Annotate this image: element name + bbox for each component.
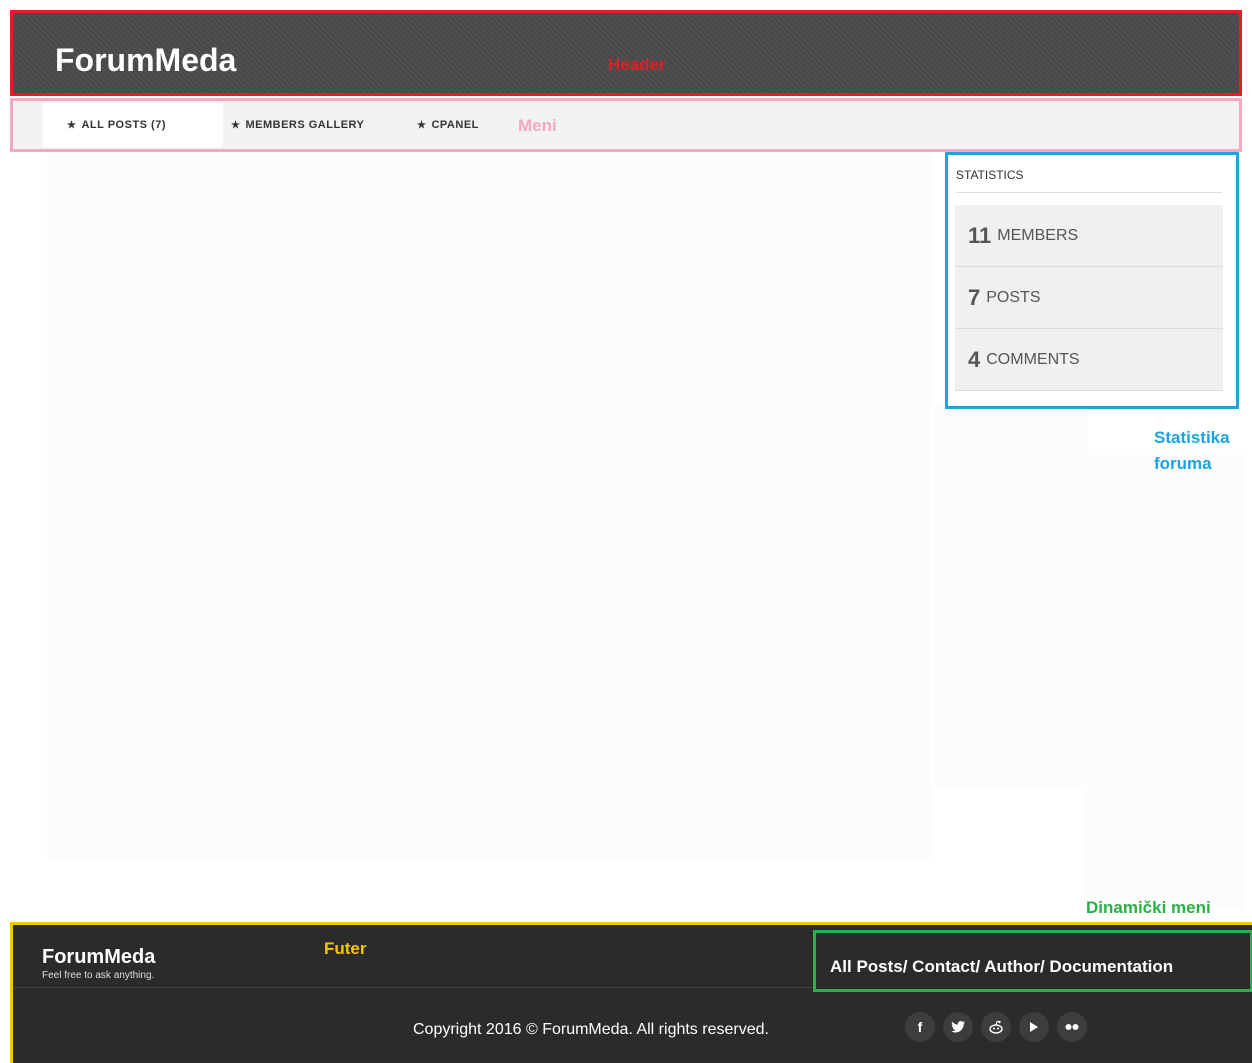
footer-tagline: Feel free to ask anything.	[42, 970, 155, 981]
menu-annotation: Meni	[518, 116, 557, 135]
dynamic-menu-links[interactable]: All Posts/ Contact/ Author/ Documentatio…	[830, 957, 1173, 977]
site-footer: ForumMeda Feel free to ask anything. Fut…	[10, 922, 1252, 1063]
footer-divider	[13, 987, 813, 988]
social-links: f	[905, 1012, 1087, 1042]
twitter-icon[interactable]	[943, 1012, 973, 1042]
statistics-list: 11 MEMBERS 7 POSTS 4 COMMENTS	[955, 205, 1223, 391]
menu-item-cpanel[interactable]: ★ CPANEL	[417, 103, 479, 147]
flickr-icon[interactable]	[1057, 1012, 1087, 1042]
statistics-annotation-line: Statistika	[1154, 428, 1230, 447]
statistics-title: STATISTICS	[956, 168, 1222, 193]
statistics-annotation-line: foruma	[1154, 454, 1212, 473]
stat-label: POSTS	[986, 288, 1041, 306]
star-icon: ★	[417, 119, 427, 131]
copyright-text: Copyright 2016 © ForumMeda. All rights r…	[413, 1021, 769, 1038]
header-annotation: Header	[608, 55, 666, 74]
menu-item-label: ALL POSTS (7)	[81, 119, 166, 131]
footer-brand: ForumMeda	[42, 946, 156, 968]
menu-item-label: MEMBERS GALLERY	[245, 119, 365, 131]
sidebar-background	[1085, 455, 1245, 910]
stat-label: MEMBERS	[997, 226, 1079, 244]
star-icon: ★	[231, 119, 241, 131]
statistics-widget: STATISTICS 11 MEMBERS 7 POSTS 4 COMMENTS	[945, 152, 1239, 409]
stat-count: 4	[968, 346, 981, 372]
stat-count: 11	[968, 222, 992, 248]
reddit-icon[interactable]	[981, 1012, 1011, 1042]
footer-annotation: Futer	[324, 939, 367, 958]
youtube-icon[interactable]	[1019, 1012, 1049, 1042]
statistics-annotation: Statistika foruma	[1154, 425, 1230, 477]
dynamic-menu-annotation: Dinamički meni	[1086, 898, 1211, 917]
stat-count: 7	[968, 284, 981, 310]
page: ForumMeda Header ★ ALL POSTS (7) ★ MEMBE…	[0, 0, 1252, 1063]
stat-row-comments: 4 COMMENTS	[955, 329, 1223, 391]
stat-row-posts: 7 POSTS	[955, 267, 1223, 329]
menu-item-label: CPANEL	[431, 119, 479, 131]
star-icon: ★	[67, 119, 77, 131]
menu-item-all-posts[interactable]: ★ ALL POSTS (7)	[43, 103, 223, 147]
facebook-icon[interactable]: f	[905, 1012, 935, 1042]
sidebar-background	[935, 405, 1087, 788]
main-content	[47, 152, 931, 860]
stat-label: COMMENTS	[986, 350, 1080, 368]
menu-item-members-gallery[interactable]: ★ MEMBERS GALLERY	[231, 103, 364, 147]
dynamic-menu: All Posts/ Contact/ Author/ Documentatio…	[813, 930, 1252, 992]
stat-row-members: 11 MEMBERS	[955, 205, 1223, 267]
site-logo[interactable]: ForumMeda	[55, 42, 236, 79]
site-header: ForumMeda Header	[10, 10, 1242, 96]
main-menu: ★ ALL POSTS (7) ★ MEMBERS GALLERY ★ CPAN…	[10, 98, 1242, 152]
